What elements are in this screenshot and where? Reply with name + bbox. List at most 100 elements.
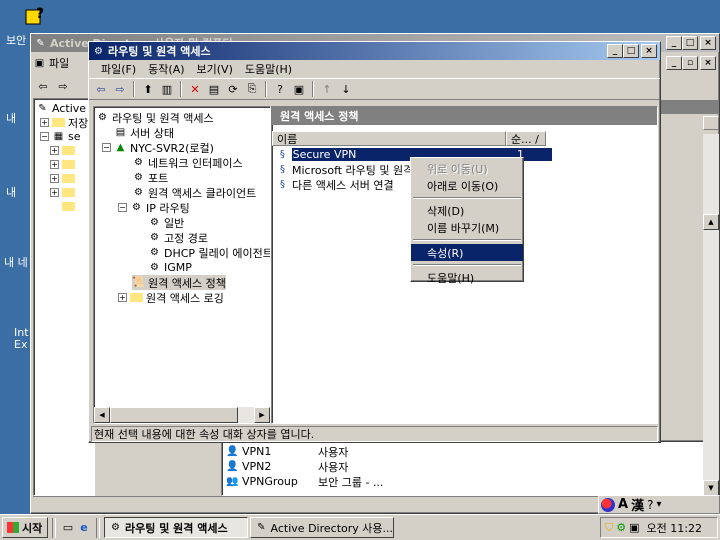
menu-properties[interactable]: 속성(R) [411,244,523,261]
child-maximize-button[interactable]: ▫ [682,56,698,70]
tree-remote-clients[interactable]: ⚙ 원격 액세스 클라이언트 [132,185,256,200]
policy-icon: § [280,164,285,175]
korean-ime-icon[interactable] [601,497,615,512]
tree-remote-logging[interactable]: + 원격 액세스 로깅 [118,290,224,305]
menu-delete[interactable]: 삭제(D) [411,202,523,219]
scroll-up-button[interactable]: ▲ [703,214,719,230]
status-text: 현재 선택 내용에 대한 속성 대화 상자를 엽니다. [94,428,315,441]
forward-icon[interactable]: ⇨ [55,78,71,94]
tree-hscrollbar[interactable]: ◀ ▶ [94,407,270,423]
menu-action[interactable]: 동작(A) [142,61,190,77]
help-desktop-icon[interactable]: ? [24,2,48,28]
close-button[interactable]: × [641,44,657,58]
task-active-directory[interactable]: ✎ Active Directory 사용... [250,517,394,538]
windows-logo-icon [7,522,19,533]
delete-icon[interactable]: ✕ [187,81,203,97]
back-icon[interactable]: ⇦ [93,81,109,97]
minimize-button[interactable]: _ [666,36,682,50]
ad-column-header[interactable] [703,116,719,130]
properties-icon[interactable]: ▤ [206,81,222,97]
ie-icon[interactable]: e [76,520,92,536]
scroll-right-button[interactable]: ▶ [254,407,270,423]
dhcp-icon: ⚙ [150,247,159,258]
ime-options-icon[interactable]: ▾ [656,499,661,510]
tree-server[interactable]: − ▲ NYC-SVR2(로컬) [102,140,214,155]
policy-row[interactable]: § Microsoft 라우팅 및 원격 [276,162,413,177]
help-icon[interactable]: ? [272,81,288,97]
show-tree-icon[interactable]: ▥ [159,81,175,97]
rras-window[interactable]: ⚙ 라우팅 및 원격 액세스 _ □ × 파일(F) 동작(A) 보기(V) 도… [88,41,661,443]
ad-tree-pane[interactable]: ✎ Active + 저장 − ▦ se + + + + [33,98,95,496]
back-icon[interactable]: ⇦ [35,78,51,94]
ime-help-icon[interactable]: ? [647,498,653,512]
start-button[interactable]: 시작 [2,517,48,538]
ime-mode[interactable]: A [618,497,628,512]
maximize-button[interactable]: □ [623,44,639,58]
folder-icon [62,146,75,155]
ad-tree-item[interactable]: − ▦ se [40,129,81,144]
tree-igmp[interactable]: ⚙ IGMP [148,260,192,275]
move-down-icon[interactable]: ↓ [338,81,354,97]
scroll-left-button[interactable]: ◀ [94,407,110,423]
close-button[interactable]: × [700,36,716,50]
ad-menu-file[interactable]: 파일 [49,55,69,71]
ad-tree-item[interactable]: + [50,185,78,200]
tree-static-routes[interactable]: ⚙ 고정 경로 [148,230,208,245]
desktop-icon-label[interactable]: 내 네 [4,254,32,270]
ad-tree-item[interactable]: + [50,157,78,172]
tree-ports[interactable]: ⚙ 포트 [132,170,168,185]
ad-tree-item[interactable]: + [50,171,78,186]
desktop-icon-label[interactable]: 내 [6,110,26,126]
ad-list-pane[interactable]: 👤 VPN1 사용자 👤 VPN2 사용자 👥 VPNGroup 보안 그룹 - ... [221,440,717,496]
ad-tree-item[interactable]: + [50,143,78,158]
tree-dhcp-relay[interactable]: ⚙ DHCP 릴레이 에이전트 [148,245,270,260]
policy-row[interactable]: § 다른 액세스 서버 연결 [276,177,394,192]
ad-pane-header [659,100,719,114]
network-tray-icon[interactable]: ⚙ [616,521,626,534]
menu-move-up[interactable]: 위로 이동(U) [411,160,523,177]
menu-rename[interactable]: 이름 바꾸기(M) [411,219,523,236]
menu-move-down[interactable]: 아래로 이동(O) [411,177,523,194]
menu-help[interactable]: 도움말(H) [411,269,523,286]
clock[interactable]: 오전 11:22 [647,520,702,536]
ad-scrollbar[interactable]: ▲ ▼ [703,134,719,496]
child-close-button[interactable]: × [700,56,716,70]
column-name[interactable]: 이름 [272,131,506,146]
maximize-button[interactable]: □ [682,36,698,50]
tree-root[interactable]: ⚙ 라우팅 및 원격 액세스 [96,110,214,125]
column-order[interactable]: 순... / [506,131,546,146]
list-item[interactable]: 👥 VPNGroup 보안 그룹 - ... [226,474,383,489]
minimize-button[interactable]: _ [607,44,623,58]
refresh-icon[interactable]: ⟳ [225,81,241,97]
forward-icon[interactable]: ⇨ [112,81,128,97]
desktop-icon-label[interactable]: 내 [6,184,26,200]
task-rras[interactable]: ⚙ 라우팅 및 원격 액세스 [104,517,248,538]
tree-ip-routing[interactable]: − ⚙ IP 라우팅 [118,200,190,215]
list-item[interactable]: 👤 VPN1 사용자 [226,444,348,459]
tree-network-interfaces[interactable]: ⚙ 네트워크 인터페이스 [132,155,243,170]
scroll-thumb[interactable] [110,407,238,423]
menu-view[interactable]: 보기(V) [191,61,239,77]
rras-tree-pane[interactable]: ⚙ 라우팅 및 원격 액세스 ▤ 서버 상태 − ▲ NYC-SVR2(로컬) ⚙ 네트워… [93,106,271,424]
menu-help[interactable]: 도움말(H) [239,61,298,77]
rras-titlebar[interactable]: ⚙ 라우팅 및 원격 액세스 [89,42,660,60]
view-icon[interactable]: ▣ [291,81,307,97]
tree-remote-policies[interactable]: 📜 원격 액세스 정책 [132,275,226,290]
security-shield-icon[interactable]: ⛉ [605,521,613,535]
volume-icon[interactable]: ▣ [629,521,639,534]
ad-tree-item[interactable] [62,199,78,214]
ad-tree-item[interactable]: + 저장 [40,115,88,130]
tree-server-status[interactable]: ▤ 서버 상태 [114,125,174,140]
child-minimize-button[interactable]: _ [666,56,682,70]
list-item[interactable]: 👤 VPN2 사용자 [226,459,348,474]
tree-general[interactable]: ⚙ 일반 [148,215,184,230]
move-up-icon[interactable]: ↑ [319,81,335,97]
up-folder-icon[interactable]: ⬆ [140,81,156,97]
server-up-icon: ▲ [116,142,125,153]
hanja-button[interactable]: 漢 [631,495,644,514]
menu-file[interactable]: 파일(F) [95,61,142,77]
ad-icon: ✎ [257,522,266,533]
export-icon[interactable]: ⎘ [244,81,260,97]
scroll-down-button[interactable]: ▼ [703,480,719,496]
show-desktop-icon[interactable]: ▭ [60,520,76,536]
